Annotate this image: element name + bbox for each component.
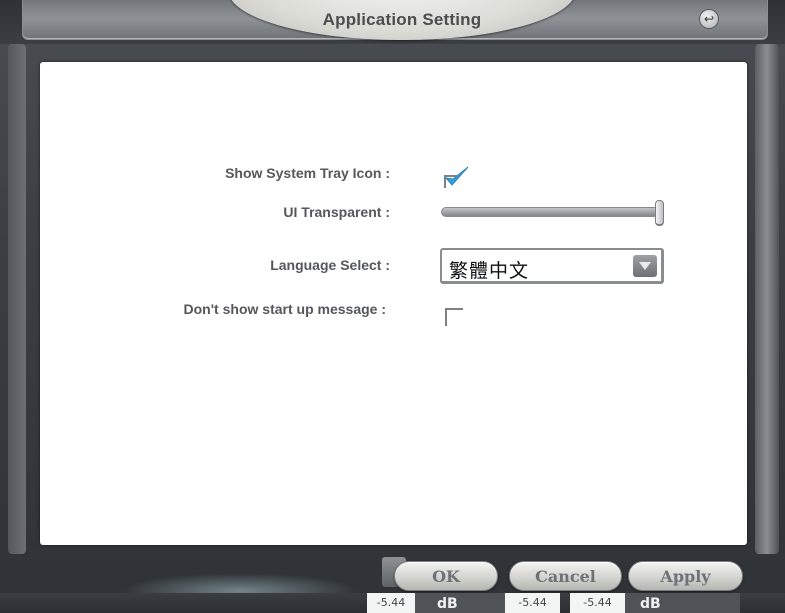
slider-track[interactable] (441, 207, 660, 217)
restore-button[interactable]: ↩ (699, 9, 719, 29)
checkmark-icon (444, 166, 469, 186)
level-unit: dB (437, 596, 458, 612)
language-label: Language Select : (270, 257, 390, 273)
slider-fill (442, 208, 660, 216)
level-pad (415, 593, 505, 613)
frame-left-edge (8, 44, 26, 554)
settings-panel: Show System Tray Icon : UI Transparent :… (40, 62, 747, 545)
slider-handle[interactable] (655, 200, 664, 226)
window-top-bar: Application Setting ↩ (0, 0, 785, 44)
ok-button[interactable]: OK (394, 561, 498, 591)
startup-message-checkbox[interactable] (445, 308, 463, 326)
language-selected-value: 繁體中文 (449, 260, 530, 282)
transparency-label: UI Transparent : (283, 204, 390, 220)
cancel-button[interactable]: Cancel (509, 561, 622, 591)
level-readout: -5.44 (505, 593, 560, 613)
chevron-down-icon (639, 262, 651, 270)
level-readout: -5.44 (570, 593, 625, 613)
transparency-slider[interactable] (441, 200, 666, 230)
restore-icon: ↩ (703, 12, 715, 26)
apply-button[interactable]: Apply (628, 561, 743, 591)
window-title: Application Setting (322, 10, 482, 29)
level-unit: dB (640, 596, 661, 612)
frame-right-edge (755, 44, 779, 554)
dropdown-arrow-button[interactable] (633, 255, 657, 277)
language-select[interactable]: 繁體中文 (440, 248, 664, 284)
startup-message-label: Don't show start up message : (183, 301, 386, 317)
show-tray-label: Show System Tray Icon : (225, 165, 390, 181)
level-readout: -5.44 (367, 593, 415, 613)
show-tray-checkbox[interactable] (443, 165, 471, 189)
